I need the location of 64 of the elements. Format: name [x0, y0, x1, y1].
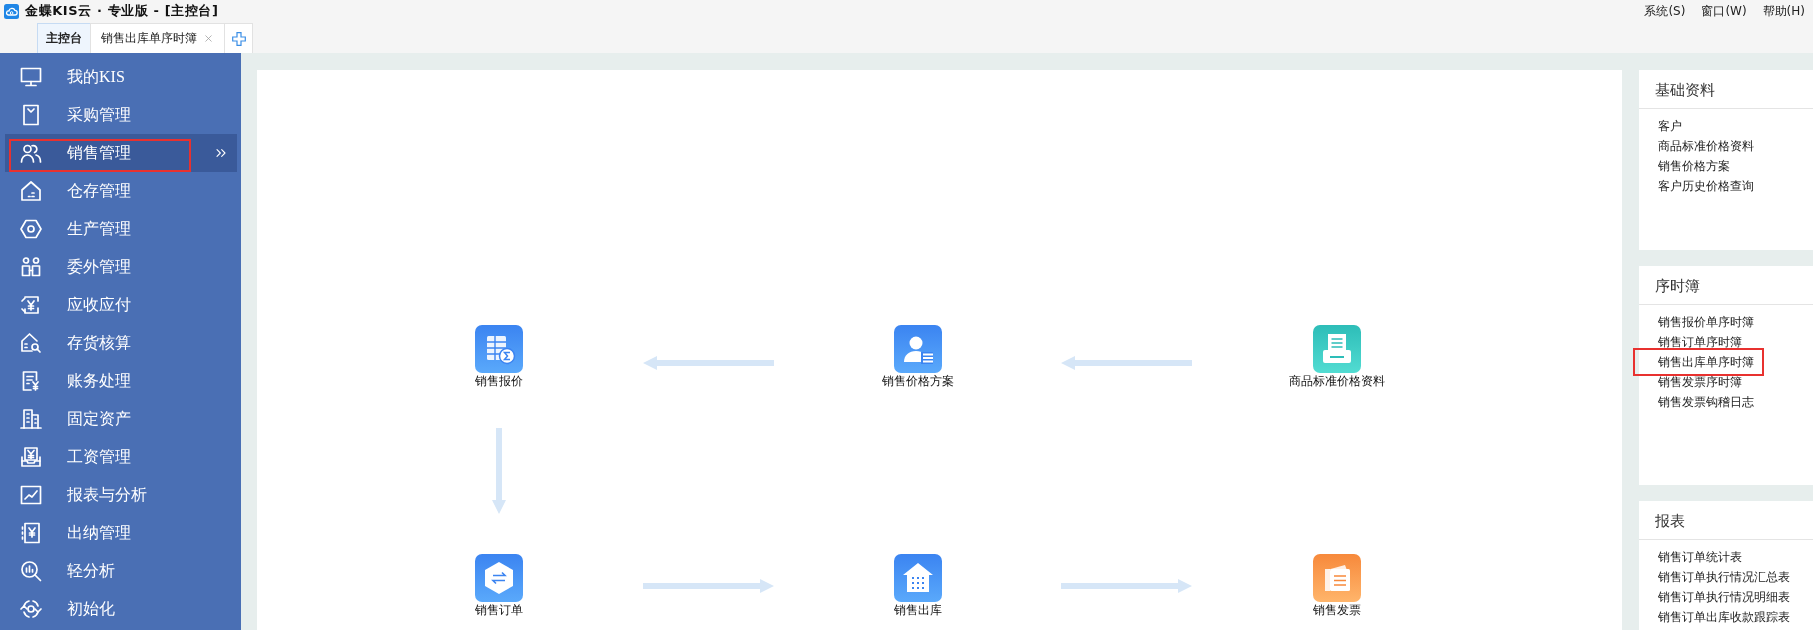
flow-node[interactable]: 销售发票: [1313, 554, 1361, 618]
house-search-icon: [19, 331, 43, 355]
flow-node[interactable]: 销售订单: [475, 554, 523, 618]
person-card-icon: [894, 325, 942, 373]
panel-link[interactable]: 销售订单执行情况明细表: [1658, 587, 1790, 607]
panel-link[interactable]: 客户: [1658, 116, 1682, 136]
line-chart-icon: [19, 483, 43, 507]
yen-ledger-icon: [19, 521, 43, 545]
panel-link[interactable]: 销售报价单序时簿: [1658, 312, 1754, 332]
cards-icon: [1313, 554, 1361, 602]
panel-link[interactable]: 销售订单序时簿: [1658, 332, 1742, 352]
sidebar-item[interactable]: 仓存管理: [5, 172, 237, 210]
analysis-search-icon: [19, 559, 43, 583]
sidebar-item[interactable]: 我的KIS: [5, 58, 237, 96]
sidebar-item[interactable]: 委外管理: [5, 248, 237, 286]
panel-link[interactable]: 销售订单出库收款跟踪表: [1658, 607, 1790, 627]
tab[interactable]: 主控台: [37, 23, 91, 53]
menu-item[interactable]: 系统(S): [1644, 2, 1686, 20]
sidebar-item[interactable]: 账务处理: [5, 362, 237, 400]
yen-tray-icon: [19, 445, 43, 469]
sidebar-item[interactable]: 轻分析: [5, 552, 237, 590]
sidebar-item[interactable]: 出纳管理: [5, 514, 237, 552]
house-icon: [19, 179, 43, 203]
panel-link[interactable]: 客户历史价格查询: [1658, 176, 1754, 196]
sidebar-item[interactable]: 销售管理: [5, 134, 237, 172]
printer-document-icon: [1313, 325, 1361, 373]
panel-link[interactable]: 销售价格方案: [1658, 156, 1730, 176]
panel-title: 序时簿: [1655, 277, 1700, 295]
panel-link[interactable]: 销售订单统计表: [1658, 547, 1742, 567]
sidebar-item[interactable]: 存货核算: [5, 324, 237, 362]
target-refresh-icon: [19, 597, 43, 621]
modules-icon: [19, 255, 43, 279]
hexagon-nut-icon: [19, 217, 43, 241]
sidebar-item[interactable]: 固定资产: [5, 400, 237, 438]
menu-item[interactable]: 窗口(W): [1701, 2, 1747, 20]
plus-icon: [231, 31, 246, 46]
panel-link[interactable]: 销售发票序时簿: [1658, 372, 1742, 392]
close-icon[interactable]: [203, 33, 214, 44]
flow-node[interactable]: 商品标准价格资料: [1289, 325, 1385, 389]
panel-link[interactable]: 销售出库单序时簿: [1658, 352, 1754, 372]
spreadsheet-sigma-icon: [475, 325, 523, 373]
menu-item[interactable]: 帮助(H): [1762, 2, 1805, 20]
sidebar-item[interactable]: 采购管理: [5, 96, 237, 134]
panel-title: 报表: [1655, 512, 1685, 530]
sidebar-item[interactable]: 应收应付: [5, 286, 237, 324]
monitor-icon: [19, 65, 43, 89]
panel-title: 基础资料: [1655, 81, 1715, 99]
sidebar-item[interactable]: 初始化: [5, 590, 237, 628]
panel-link[interactable]: 商品标准价格资料: [1658, 136, 1754, 156]
flow-node[interactable]: 销售报价: [475, 325, 523, 389]
warehouse-icon: [894, 554, 942, 602]
new-tab-button[interactable]: [224, 23, 253, 53]
panel-link[interactable]: 销售订单执行情况汇总表: [1658, 567, 1790, 587]
tab[interactable]: 销售出库单序时簿: [90, 23, 225, 53]
panel-link[interactable]: 销售发票钩稽日志: [1658, 392, 1754, 412]
flow-node[interactable]: 销售出库: [894, 554, 942, 618]
hexagon-swap-icon: [475, 554, 523, 602]
sidebar-item[interactable]: 报表与分析: [5, 476, 237, 514]
building-icon: [19, 407, 43, 431]
flow-node[interactable]: 销售价格方案: [882, 325, 954, 389]
sidebar-item[interactable]: 工资管理: [5, 438, 237, 476]
sidebar-item[interactable]: 生产管理: [5, 210, 237, 248]
window-title: 金蝶KIS云 · 专业版 - [主控台]: [25, 2, 219, 20]
app-cloud-icon: [4, 3, 19, 19]
